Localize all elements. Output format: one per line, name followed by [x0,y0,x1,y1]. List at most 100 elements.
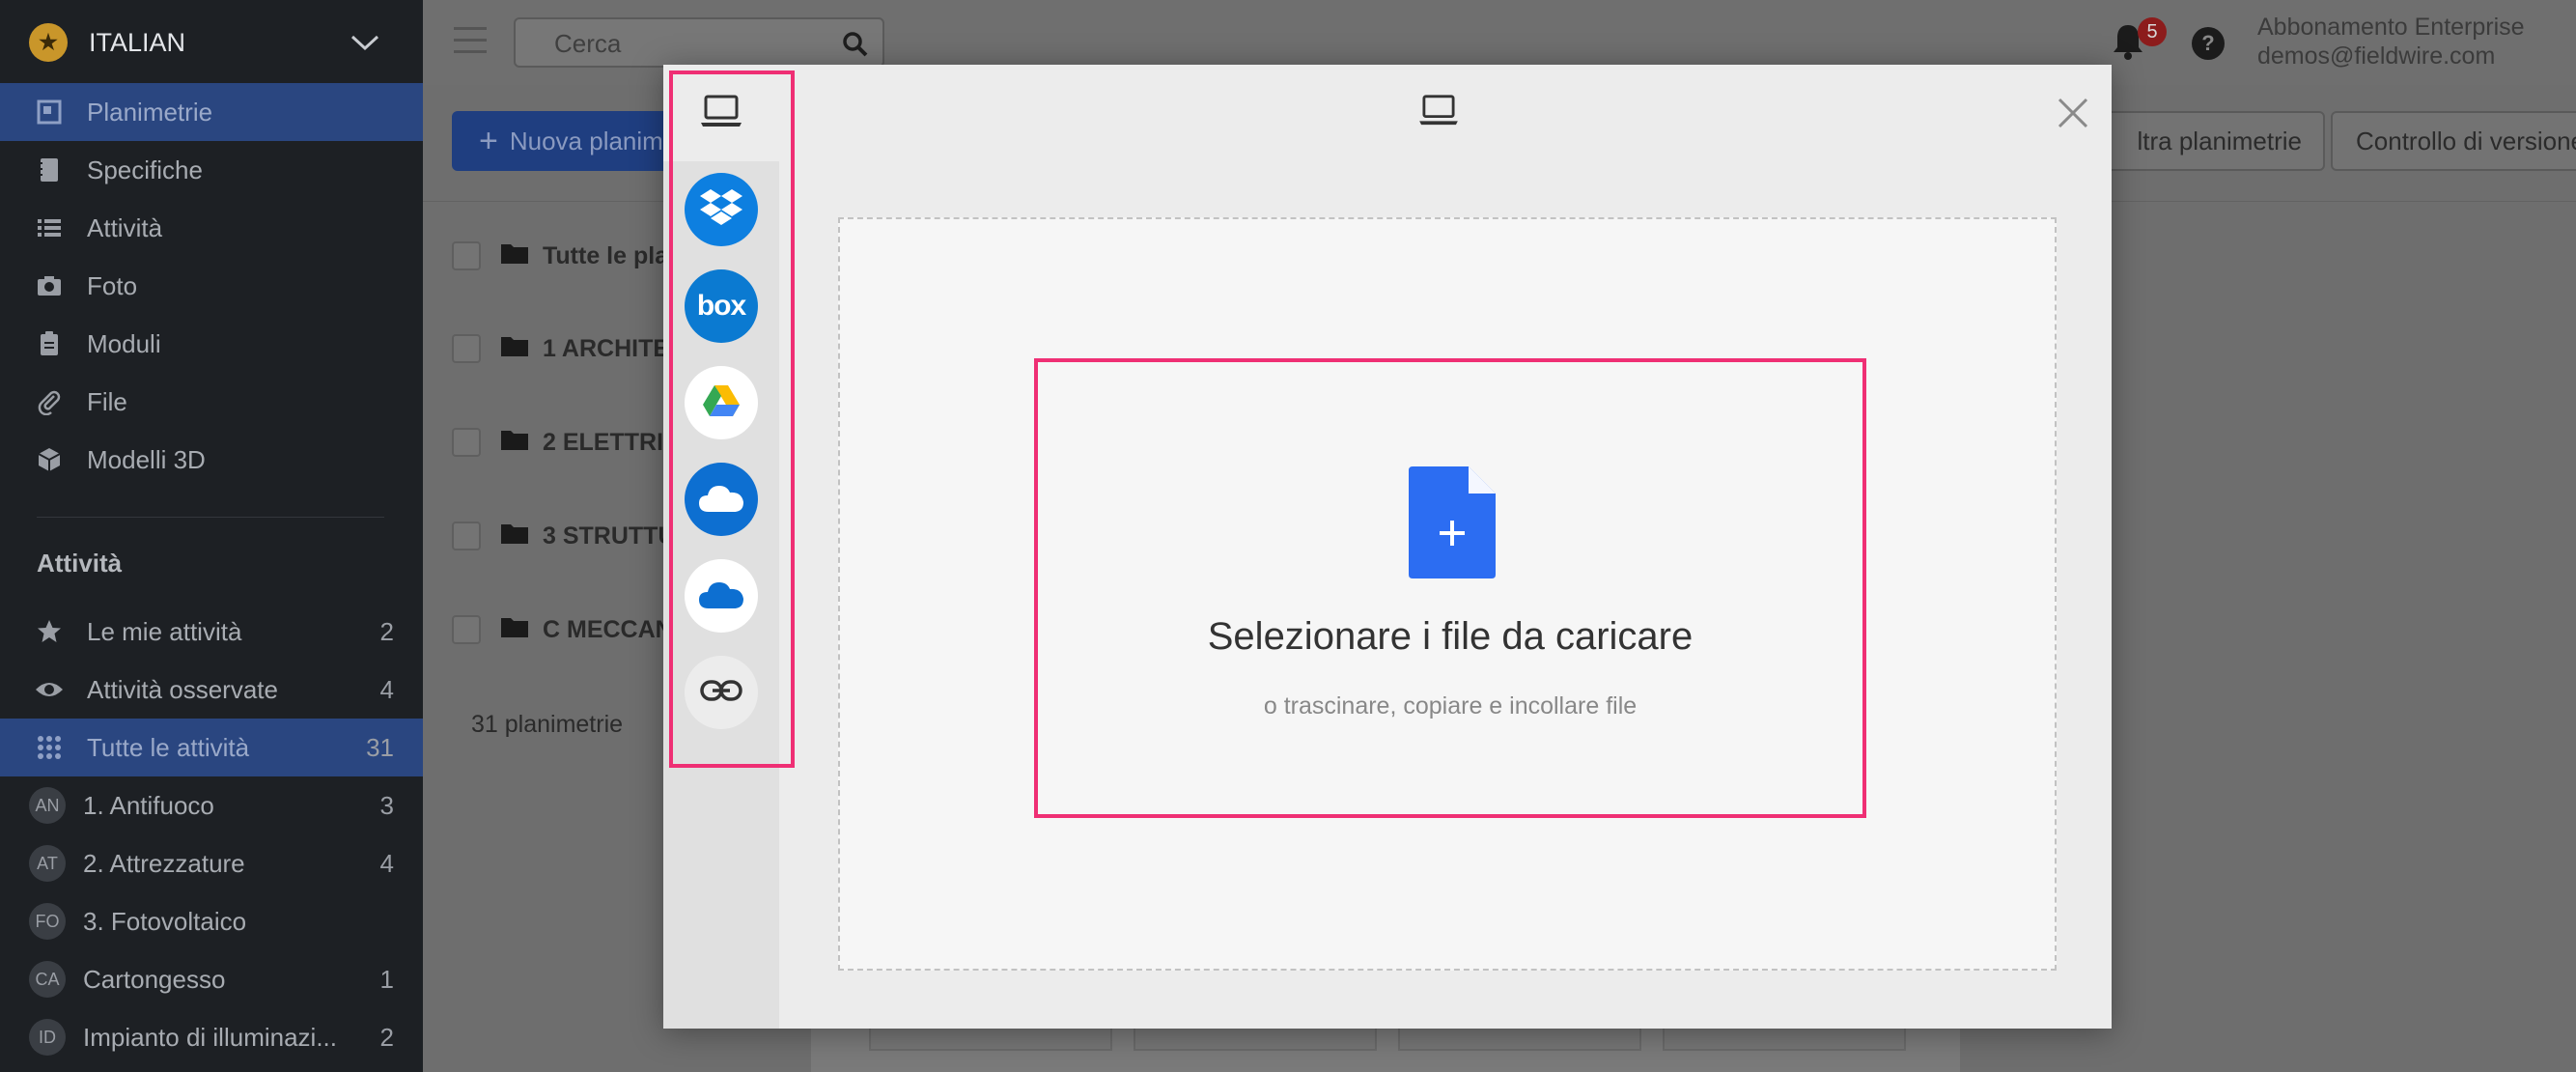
add-file-icon [1409,466,1496,583]
sidebar-item-label: 3. Fotovoltaico [83,906,247,936]
sidebar-item-label: Tutte le attività [87,732,250,762]
category-avatar: FO [29,903,66,940]
row-checkbox[interactable] [452,241,481,270]
folder-name: Tutte le pla [543,241,669,269]
chevron-down-icon[interactable] [346,23,384,62]
notification-badge: 5 [2138,17,2167,46]
sidebar-item-label: 1. Antifuoco [83,790,214,820]
nav-item-modelli-3d[interactable]: Modelli 3D [0,431,423,489]
cube-icon [35,445,64,474]
folder-icon [500,615,529,645]
project-logo-icon: ★ [29,23,68,62]
sidebar-item-all-tasks[interactable]: Tutte le attività 31 [0,719,423,776]
sidebar-item-my-tasks[interactable]: Le mie attività 2 [0,603,423,661]
nav-label: File [87,386,127,416]
upload-title: Selezionare i file da caricare [1207,615,1694,658]
sidebar-item-category[interactable]: FO 3. Fotovoltaico [0,892,423,950]
item-count: 3 [379,790,394,820]
nav-item-planimetrie[interactable]: Planimetrie [0,83,423,141]
nav-label: Modelli 3D [87,444,206,474]
nav-label: Attività [87,212,163,242]
nav-item-foto[interactable]: Foto [0,257,423,315]
sidebar-item-label: Attività osservate [87,674,278,704]
nav-label: Foto [87,270,138,300]
sidebar-item-label: Le mie attività [87,616,242,646]
eye-icon [35,675,64,704]
search-box [514,17,884,68]
item-count: 2 [379,1022,394,1052]
folder-row[interactable]: 3 STRUTTU [452,517,676,555]
select-files-area[interactable]: Selezionare i file da caricare o trascin… [1034,358,1866,818]
row-checkbox[interactable] [452,334,481,363]
specs-icon [35,155,64,184]
folder-name: C MECCAN [543,615,673,643]
folder-icon [500,428,529,458]
search-input[interactable] [554,29,825,58]
version-control-button[interactable]: Controllo di versione [2331,111,2576,171]
sidebar-item-category[interactable]: AT 2. Attrezzature 4 [0,834,423,892]
sidebar-item-label: Impianto di illuminazi... [83,1022,337,1052]
category-avatar: CA [29,961,66,998]
sidebar-item-category[interactable]: ID Impianto di illuminazi... 2 [0,1008,423,1066]
drop-zone[interactable]: Selezionare i file da caricare o trascin… [838,217,2057,971]
folder-name: 2 ELETTRIC [543,428,682,456]
nav-label: Planimetrie [87,97,213,127]
source-rail-highlight [669,71,795,768]
row-checkbox[interactable] [452,615,481,644]
nav-item-attivita[interactable]: Attività [0,199,423,257]
sidebar-item-watched-tasks[interactable]: Attività osservate 4 [0,661,423,719]
folder-icon [500,522,529,551]
clipboard-icon [35,329,64,358]
folder-icon [500,334,529,364]
camera-icon [35,271,64,300]
item-count: 1 [379,964,394,994]
nav-item-moduli[interactable]: Moduli [0,315,423,373]
menu-icon[interactable] [454,27,487,56]
plan-count: 31 planimetrie [471,711,624,738]
folder-name: 3 STRUTTU [543,522,676,550]
plus-icon: + [479,122,498,159]
search-icon[interactable] [842,31,869,63]
sidebar-item-category[interactable]: CA Cartongesso 1 [0,950,423,1008]
new-plan-label: Nuova planim [509,126,663,155]
grid-icon [35,733,64,762]
folder-row[interactable]: Tutte le pla [452,237,668,275]
item-count: 31 [366,732,394,762]
nav-label: Specifiche [87,155,203,184]
category-avatar: AT [29,845,66,882]
category-avatar: AN [29,787,66,824]
folder-icon [500,241,529,271]
laptop-icon [1418,94,1459,131]
item-count: 4 [379,674,394,704]
nav-item-file[interactable]: File [0,373,423,431]
sidebar: ★ ITALIAN Planimetrie Specifiche Attivit… [0,0,423,1072]
row-checkbox[interactable] [452,522,481,550]
paperclip-icon [35,387,64,416]
close-icon[interactable] [2054,94,2092,132]
folder-row[interactable]: 2 ELETTRIC [452,423,681,462]
help-icon[interactable]: ? [2192,27,2225,60]
star-icon [35,617,64,646]
project-name: ITALIAN [89,27,186,57]
upload-subtitle: o trascinare, copiare e incollare file [1263,692,1638,719]
sidebar-item-category[interactable]: AN 1. Antifuoco 3 [0,776,423,834]
project-switcher[interactable]: ★ ITALIAN [0,0,423,85]
sidebar-item-label: Cartongesso [83,964,226,994]
item-count: 4 [379,848,394,878]
sidebar-divider [37,517,384,518]
account-email[interactable]: demos@fieldwire.com [2257,42,2495,71]
folder-row[interactable]: 1 ARCHITE [452,329,669,368]
nav-label: Moduli [87,328,161,358]
account-plan[interactable]: Abbonamento Enterprise [2257,14,2525,42]
file-picker-modal: box Selezionare i file da caricare o tra… [663,65,2112,1029]
folder-row[interactable]: C MECCAN [452,610,673,649]
plans-icon [35,98,64,127]
item-count: 2 [379,616,394,646]
list-icon [35,213,64,242]
sidebar-item-label: 2. Attrezzature [83,848,245,878]
nav-item-specifiche[interactable]: Specifiche [0,141,423,199]
row-checkbox[interactable] [452,428,481,457]
category-avatar: ID [29,1019,66,1056]
folder-name: 1 ARCHITE [543,334,670,362]
tasks-section-title: Attività [37,549,123,578]
